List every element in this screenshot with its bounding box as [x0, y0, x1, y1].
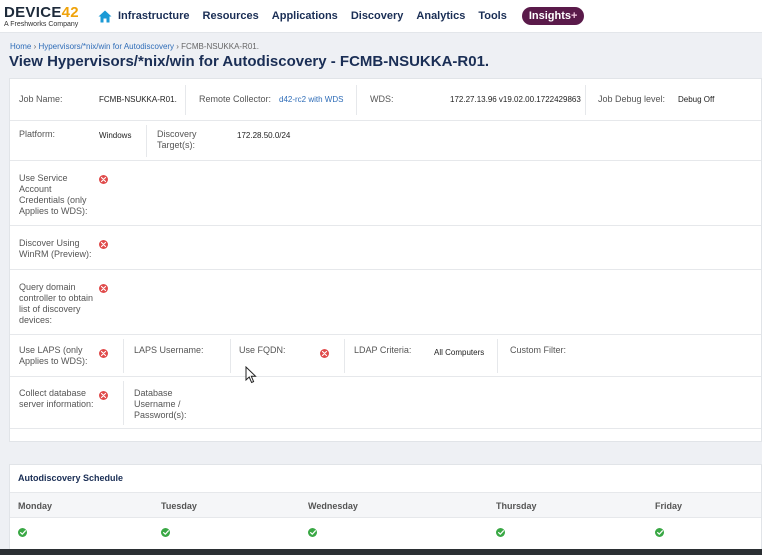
domain-controller-no-icon — [99, 284, 108, 293]
laps-label: Use LAPS (only Applies to WDS): — [19, 345, 88, 366]
laps-username-label: LAPS Username: — [134, 345, 204, 355]
divider — [146, 125, 147, 157]
domain-controller-label: Query domain controller to obtain list o… — [19, 282, 94, 325]
monday-check-icon — [18, 528, 27, 537]
divider — [497, 339, 498, 373]
divider — [123, 339, 124, 373]
device42-logo[interactable]: DEVICE42 A Freshworks Company — [0, 5, 90, 28]
nav-discovery[interactable]: Discovery — [351, 10, 404, 22]
job-name-label: Job Name: — [19, 94, 63, 104]
db-credentials-label: Database Username / Password(s): — [134, 388, 187, 420]
discovery-targets-value: 172.28.50.0/24 — [237, 131, 291, 140]
debug-level-value: Debug Off — [678, 95, 715, 104]
breadcrumb-parent[interactable]: Hypervisors/*nix/win for Autodiscovery — [38, 42, 174, 51]
autodiscovery-schedule-card: Autodiscovery Schedule Monday Tuesday We… — [9, 464, 762, 555]
divider — [123, 381, 124, 425]
thursday-check-icon — [496, 528, 505, 537]
home-icon[interactable] — [98, 10, 112, 23]
schedule-day-wednesday: Wednesday — [308, 501, 358, 511]
remote-collector-link[interactable]: d42-rc2 with WDS — [279, 95, 343, 104]
logo-tagline: A Freshworks Company — [4, 20, 79, 28]
platform-label: Platform: — [19, 129, 56, 139]
discovery-targets-label: Discovery Target(s): — [157, 129, 197, 150]
nav-applications[interactable]: Applications — [272, 10, 338, 22]
logo-name: DEVICE — [4, 3, 62, 21]
row-domain-controller: Query domain controller to obtain list o… — [10, 270, 761, 335]
divider — [585, 85, 586, 115]
winrm-no-icon — [99, 240, 108, 249]
job-name-value: FCMB-NSUKKA-R01. — [99, 95, 177, 104]
breadcrumb-home[interactable]: Home — [10, 42, 31, 51]
divider — [344, 339, 345, 373]
insights-plus: + — [571, 10, 578, 22]
page-title: View Hypervisors/*nix/win for Autodiscov… — [9, 53, 490, 70]
schedule-header-row: Monday Tuesday Wednesday Thursday Friday — [10, 492, 761, 518]
top-navigation: DEVICE42 A Freshworks Company Infrastruc… — [0, 0, 762, 33]
divider — [356, 85, 357, 115]
ldap-criteria-value: All Computers — [434, 348, 485, 357]
debug-level-label: Job Debug level: — [598, 94, 666, 104]
nav-infrastructure[interactable]: Infrastructure — [118, 10, 190, 22]
mouse-cursor-icon — [245, 366, 257, 384]
row-winrm: Discover Using WinRM (Preview): — [10, 226, 761, 270]
service-account-label: Use Service Account Credentials (only Ap… — [19, 173, 88, 216]
ldap-criteria-label: LDAP Criteria: — [354, 345, 412, 355]
platform-value: Windows — [99, 131, 132, 140]
schedule-day-friday: Friday — [655, 501, 683, 511]
breadcrumb: Home › Hypervisors/*nix/win for Autodisc… — [10, 42, 259, 51]
schedule-title: Autodiscovery Schedule — [18, 473, 124, 483]
schedule-day-thursday: Thursday — [496, 501, 537, 511]
divider — [185, 85, 186, 115]
row-platform: Platform: Windows Discovery Target(s): 1… — [10, 121, 761, 161]
row-service-account: Use Service Account Credentials (only Ap… — [10, 161, 761, 226]
insights-button[interactable]: Insights+ — [521, 7, 585, 25]
wednesday-check-icon — [308, 528, 317, 537]
fqdn-label: Use FQDN: — [239, 345, 286, 355]
row-job-info: Job Name: FCMB-NSUKKA-R01. Remote Collec… — [10, 79, 761, 121]
schedule-day-monday: Monday — [18, 501, 53, 511]
wds-label: WDS: — [370, 94, 394, 104]
row-database: Collect database server information: Dat… — [10, 377, 761, 429]
winrm-label: Discover Using WinRM (Preview): — [19, 238, 92, 259]
logo-number: 42 — [61, 3, 79, 21]
job-detail-card: Job Name: FCMB-NSUKKA-R01. Remote Collec… — [9, 78, 762, 442]
schedule-day-tuesday: Tuesday — [161, 501, 197, 511]
os-taskbar — [0, 549, 762, 555]
row-laps: Use LAPS (only Applies to WDS): LAPS Use… — [10, 335, 761, 377]
custom-filter-label: Custom Filter: — [510, 345, 567, 355]
nav-resources[interactable]: Resources — [203, 10, 259, 22]
laps-no-icon — [99, 349, 108, 358]
fqdn-no-icon — [320, 349, 329, 358]
breadcrumb-current: FCMB-NSUKKA-R01. — [181, 42, 259, 51]
friday-check-icon — [655, 528, 664, 537]
collect-db-no-icon — [99, 391, 108, 400]
collect-db-label: Collect database server information: — [19, 388, 94, 409]
nav-tools[interactable]: Tools — [478, 10, 507, 22]
wds-value: 172.27.13.96 v19.02.00.1722429863 — [450, 95, 581, 104]
divider — [230, 339, 231, 373]
tuesday-check-icon — [161, 528, 170, 537]
remote-collector-label: Remote Collector: — [199, 94, 272, 104]
nav-analytics[interactable]: Analytics — [416, 10, 465, 22]
service-account-no-icon — [99, 175, 108, 184]
insights-label: Insights — [528, 10, 572, 22]
